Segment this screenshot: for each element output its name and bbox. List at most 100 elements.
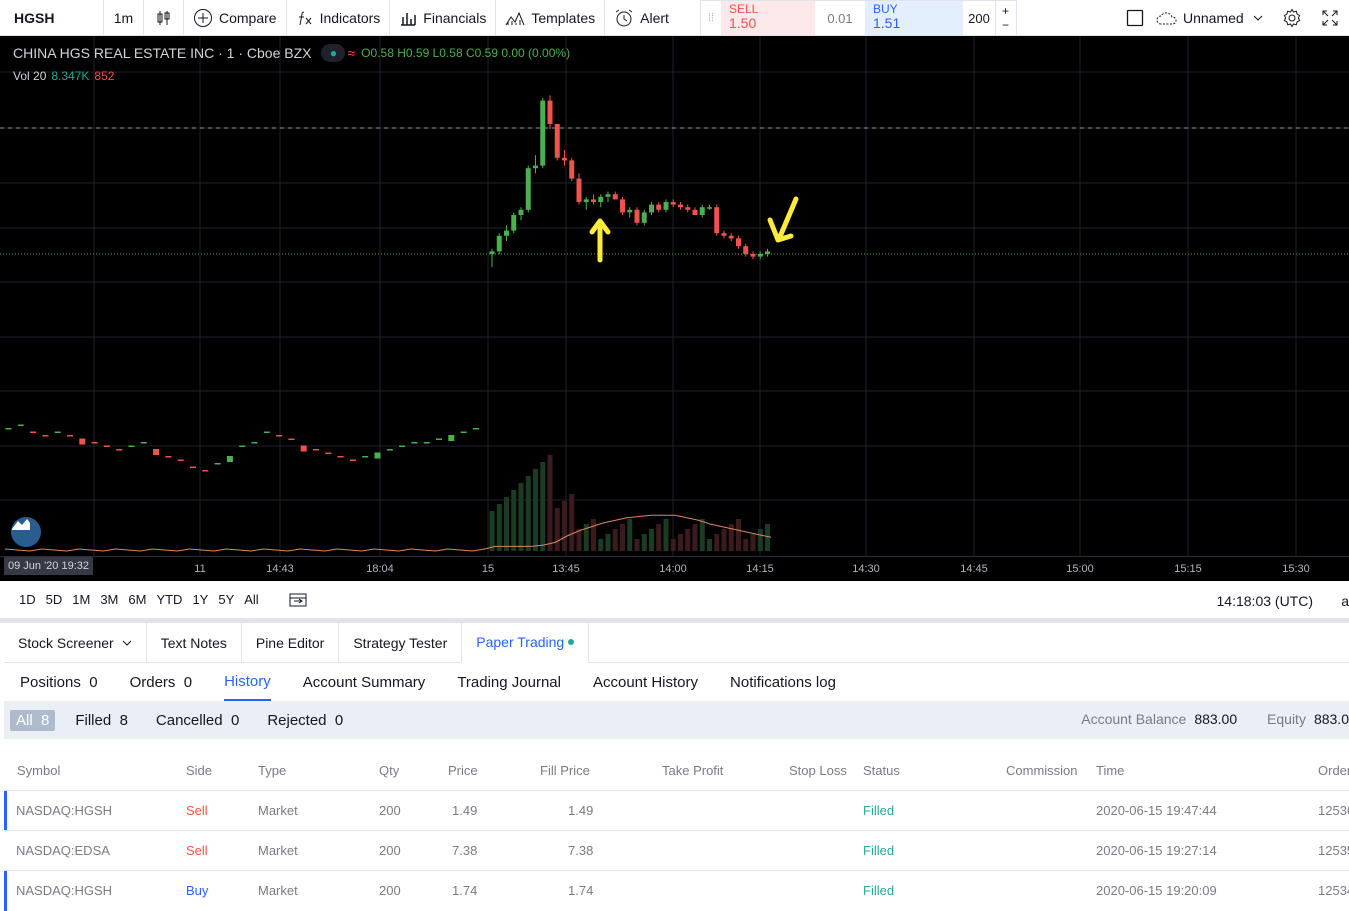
volume-bar bbox=[736, 519, 741, 551]
templates-button[interactable]: Templates bbox=[496, 0, 606, 36]
adjust-toggle[interactable]: a bbox=[1341, 593, 1349, 609]
filter-filled[interactable]: Filled 8 bbox=[75, 712, 128, 729]
range-5y-button[interactable]: 5Y bbox=[213, 592, 239, 607]
cell-fill-price: 7.38 bbox=[568, 843, 594, 858]
range-1y-button[interactable]: 1Y bbox=[187, 592, 213, 607]
subtab-history[interactable]: History bbox=[224, 663, 271, 701]
tab-text-notes[interactable]: Text Notes bbox=[147, 623, 242, 663]
table-row[interactable]: NASDAQ:HGSH Buy Market 200 1.74 1.74 Fil… bbox=[4, 870, 1349, 911]
quantity-input[interactable]: 200 bbox=[963, 1, 995, 35]
layout-name-button[interactable]: Unnamed bbox=[1155, 10, 1273, 26]
fullscreen-button[interactable] bbox=[1311, 9, 1349, 27]
layout-name: Unnamed bbox=[1183, 10, 1244, 26]
alert-button[interactable]: Alert bbox=[605, 0, 678, 36]
volume-legend[interactable]: Vol 20 8.347K 852 bbox=[13, 69, 114, 83]
range-5d-button[interactable]: 5D bbox=[41, 592, 68, 607]
bar-chart-icon bbox=[401, 12, 417, 26]
time-axis[interactable]: 11 14:43 18:04 15 13:45 14:00 14:15 14:30 14:45 1… bbox=[0, 556, 1349, 581]
column-header-order[interactable]: Order bbox=[1318, 763, 1349, 778]
filter-cancelled[interactable]: Cancelled 0 bbox=[156, 712, 239, 729]
subtab-notifications-log[interactable]: Notifications log bbox=[730, 663, 836, 701]
chart-type-button[interactable] bbox=[144, 0, 184, 36]
utc-clock[interactable]: 14:18:03 (UTC) bbox=[1217, 593, 1313, 609]
column-header-take-profit[interactable]: Take Profit bbox=[662, 763, 723, 778]
volume-bar bbox=[554, 508, 560, 551]
column-header-price[interactable]: Price bbox=[448, 763, 478, 778]
subtab-trading-journal[interactable]: Trading Journal bbox=[457, 663, 561, 701]
symbol-search-button[interactable]: HGSH bbox=[0, 0, 104, 36]
column-header-fill-price[interactable]: Fill Price bbox=[540, 763, 590, 778]
column-header-commission[interactable]: Commission bbox=[1006, 763, 1078, 778]
candle-body bbox=[598, 196, 604, 202]
filter-label: Filled bbox=[75, 711, 112, 729]
range-1m-button[interactable]: 1M bbox=[67, 592, 95, 607]
settings-button[interactable] bbox=[1273, 8, 1311, 28]
tab-stock-screener[interactable]: Stock Screener bbox=[4, 623, 147, 663]
tab-strategy-tester[interactable]: Strategy Tester bbox=[339, 623, 463, 663]
market-status-icon[interactable]: ● bbox=[321, 44, 346, 62]
indicators-label: Indicators bbox=[319, 9, 381, 26]
volume-bar bbox=[576, 529, 582, 551]
column-header-type[interactable]: Type bbox=[258, 763, 286, 778]
bottom-panel-tabs: Stock Screener Text Notes Pine Editor St… bbox=[4, 623, 1349, 663]
quantity-stepper[interactable]: + − bbox=[995, 1, 1015, 35]
candle-body bbox=[736, 238, 741, 247]
compare-button[interactable]: Compare bbox=[184, 0, 287, 36]
table-row[interactable]: NASDAQ:EDSA Sell Market 200 7.38 7.38 Fi… bbox=[4, 830, 1349, 870]
select-layout-button[interactable] bbox=[1115, 9, 1155, 27]
range-1d-button[interactable]: 1D bbox=[14, 592, 41, 607]
subtab-account-history[interactable]: Account History bbox=[593, 663, 698, 701]
tradingview-logo-icon[interactable] bbox=[11, 517, 41, 547]
range-all-button[interactable]: All bbox=[239, 592, 263, 607]
cell-price: 1.49 bbox=[452, 803, 478, 818]
tab-paper-trading[interactable]: Paper Trading bbox=[462, 623, 590, 663]
tab-pine-editor[interactable]: Pine Editor bbox=[242, 623, 340, 663]
sell-button[interactable]: SELL 1.50 bbox=[721, 1, 815, 35]
chart-legend: CHINA HGS REAL ESTATE INC · 1 · Cboe BZX… bbox=[13, 44, 570, 62]
subtab-label: Positions bbox=[20, 673, 81, 691]
cell-fill-price: 1.74 bbox=[568, 883, 594, 898]
time-tick-label: 13:45 bbox=[552, 563, 580, 575]
tab-label: Paper Trading bbox=[476, 634, 565, 650]
earlier-candle bbox=[165, 456, 172, 458]
earlier-candle bbox=[177, 459, 184, 461]
column-header-status[interactable]: Status bbox=[863, 763, 900, 778]
range-6m-button[interactable]: 6M bbox=[123, 592, 151, 607]
range-3m-button[interactable]: 3M bbox=[95, 592, 123, 607]
column-header-side[interactable]: Side bbox=[186, 763, 212, 778]
filter-rejected[interactable]: Rejected 0 bbox=[267, 712, 343, 729]
column-header-symbol[interactable]: Symbol bbox=[17, 763, 60, 778]
column-header-time[interactable]: Time bbox=[1096, 763, 1124, 778]
volume-bar bbox=[649, 529, 654, 551]
quantity-decrease-button[interactable]: − bbox=[1002, 18, 1009, 32]
filter-all[interactable]: All 8 bbox=[10, 709, 56, 731]
price-chart[interactable]: CHINA HGS REAL ESTATE INC · 1 · Cboe BZX… bbox=[0, 36, 1349, 581]
candle-body bbox=[554, 124, 560, 158]
subtab-orders[interactable]: Orders 0 bbox=[130, 663, 193, 701]
subtab-account-summary[interactable]: Account Summary bbox=[303, 663, 426, 701]
cell-symbol: NASDAQ:HGSH bbox=[16, 883, 113, 898]
financials-button[interactable]: Financials bbox=[390, 0, 497, 36]
go-to-date-button[interactable] bbox=[288, 592, 308, 608]
indicators-button[interactable]: Indicators bbox=[287, 0, 391, 36]
subtab-positions[interactable]: Positions 0 bbox=[20, 663, 98, 701]
cell-time: 2020-06-15 19:47:44 bbox=[1096, 803, 1217, 818]
financials-label: Financials bbox=[423, 9, 487, 26]
earlier-candle bbox=[460, 431, 467, 433]
interval-button[interactable]: 1m bbox=[104, 0, 144, 36]
earlier-candle bbox=[128, 445, 135, 447]
earlier-candle bbox=[436, 438, 442, 440]
table-row[interactable]: NASDAQ:HGSH Sell Market 200 1.49 1.49 Fi… bbox=[4, 790, 1349, 831]
drag-handle-icon[interactable]: ⁞⁞ bbox=[701, 1, 721, 35]
chart-canvas[interactable] bbox=[0, 36, 1349, 556]
account-subtabs: Positions 0 Orders 0 History Account Sum… bbox=[4, 663, 1349, 701]
column-header-qty[interactable]: Qty bbox=[379, 763, 399, 778]
open-value: 0.58 bbox=[370, 46, 394, 60]
buy-button[interactable]: BUY 1.51 bbox=[865, 1, 963, 35]
quantity-increase-button[interactable]: + bbox=[1002, 4, 1009, 18]
volume-bar bbox=[757, 529, 763, 551]
column-header-stop-loss[interactable]: Stop Loss bbox=[789, 763, 847, 778]
range-ytd-button[interactable]: YTD bbox=[151, 592, 187, 607]
tab-label: Stock Screener bbox=[18, 635, 114, 651]
symbol-description[interactable]: CHINA HGS REAL ESTATE INC · 1 · Cboe BZX bbox=[13, 45, 311, 61]
